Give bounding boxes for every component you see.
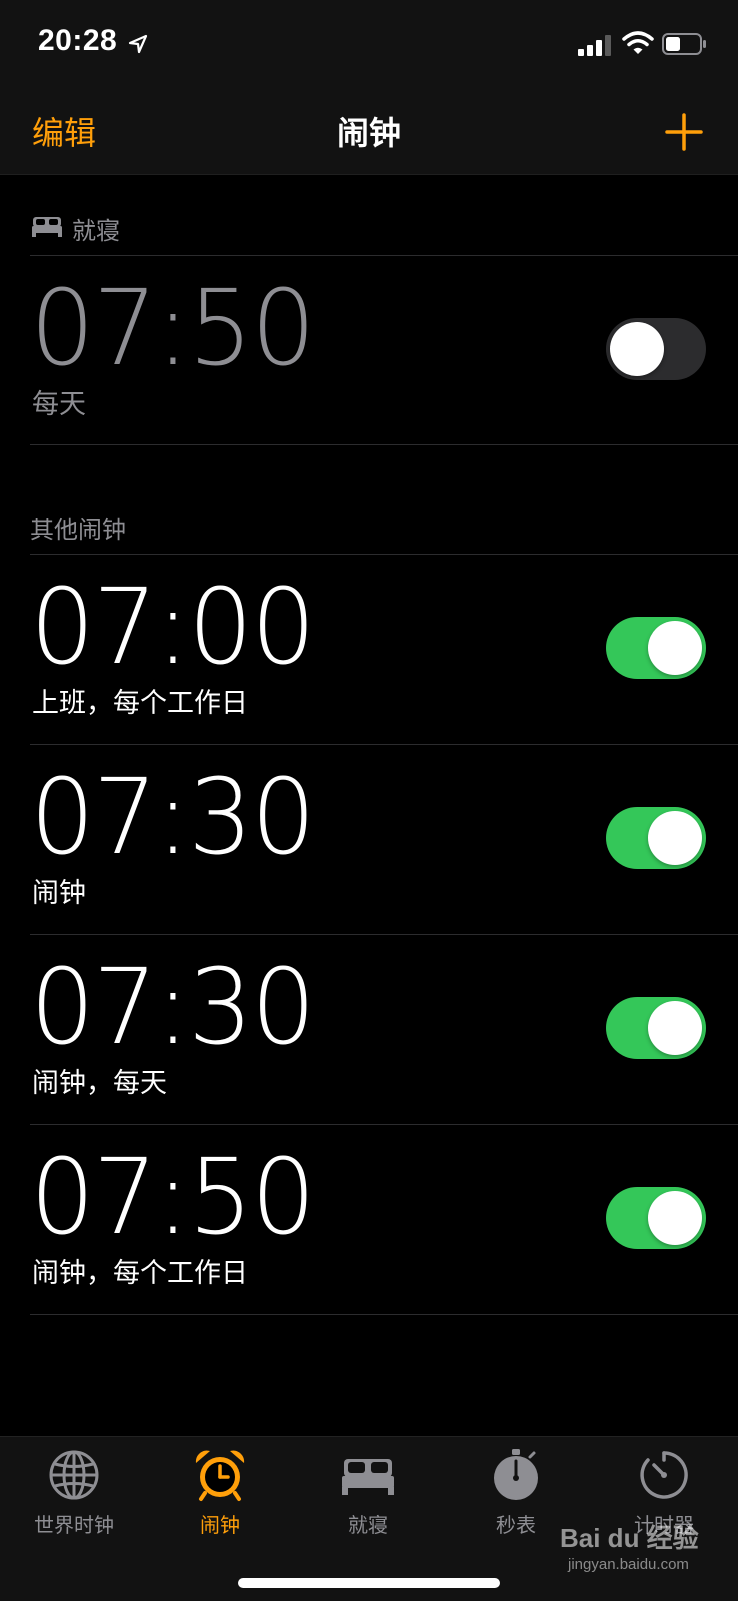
- bedtime-section-header: 就寝: [72, 217, 120, 245]
- tab-label: 闹钟: [200, 1513, 240, 1537]
- alarm-toggle[interactable]: [606, 617, 706, 679]
- alarm-label: 闹钟，每天: [32, 1068, 167, 1099]
- toggle-knob: [648, 811, 702, 865]
- alarm-row[interactable]: 07:00 上班，每个工作日: [0, 555, 738, 743]
- toggle-knob: [610, 322, 664, 376]
- alarm-toggle[interactable]: [606, 1187, 706, 1249]
- add-alarm-icon[interactable]: [664, 112, 704, 152]
- watermark-brand: Bai du 经验: [560, 1523, 699, 1553]
- top-bar: 20:28 编辑 闹钟: [0, 0, 738, 175]
- alarm-toggle[interactable]: [606, 807, 706, 869]
- alarm-time: 07:00: [30, 566, 316, 688]
- page-title: 闹钟: [336, 114, 401, 152]
- location-arrow-icon: [128, 34, 148, 54]
- toggle-knob: [648, 1191, 702, 1245]
- alarm-row[interactable]: 07:30 闹钟: [0, 745, 738, 933]
- alarm-time: 07:50: [30, 267, 316, 389]
- divider: [30, 444, 738, 445]
- cellular-signal-icon: [578, 35, 611, 56]
- alarm-label: 闹钟: [32, 878, 86, 909]
- alarm-row[interactable]: 07:30 闹钟，每天: [0, 935, 738, 1123]
- bed-icon: [32, 217, 62, 237]
- alarm-row[interactable]: 07:50 闹钟，每个工作日: [0, 1125, 738, 1313]
- alarm-label: 闹钟，每个工作日: [32, 1258, 248, 1289]
- wifi-icon: [622, 31, 654, 54]
- tab-label: 世界时钟: [34, 1513, 114, 1537]
- timer-icon: [640, 1451, 688, 1499]
- tab-bedtime[interactable]: 就寝: [294, 1447, 442, 1547]
- bedtime-alarm-toggle[interactable]: [606, 318, 706, 380]
- stopwatch-icon: [494, 1449, 538, 1500]
- alarm-time: 07:30: [30, 946, 316, 1068]
- bedtime-alarm-row[interactable]: 07:50 每天: [0, 256, 738, 444]
- home-indicator[interactable]: [238, 1578, 500, 1588]
- tab-alarm[interactable]: 闹钟: [146, 1447, 294, 1547]
- globe-icon: [49, 1450, 99, 1500]
- tab-world-clock[interactable]: 世界时钟: [0, 1447, 148, 1547]
- other-alarms-section-header: 其他闹钟: [30, 516, 126, 544]
- watermark-url: jingyan.baidu.com: [568, 1556, 689, 1573]
- alarm-label: 每天: [32, 389, 86, 420]
- bed-icon: [342, 1459, 394, 1495]
- alarm-toggle[interactable]: [606, 997, 706, 1059]
- battery-icon: [662, 33, 706, 55]
- alarm-time: 07:30: [30, 756, 316, 878]
- alarm-label: 上班，每个工作日: [32, 688, 248, 719]
- tab-label: 就寝: [348, 1513, 388, 1537]
- alarm-time: 07:50: [30, 1136, 316, 1258]
- toggle-knob: [648, 1001, 702, 1055]
- divider: [30, 1314, 738, 1315]
- status-time: 20:28: [38, 24, 118, 57]
- alarm-clock-icon: [195, 1450, 245, 1501]
- toggle-knob: [648, 621, 702, 675]
